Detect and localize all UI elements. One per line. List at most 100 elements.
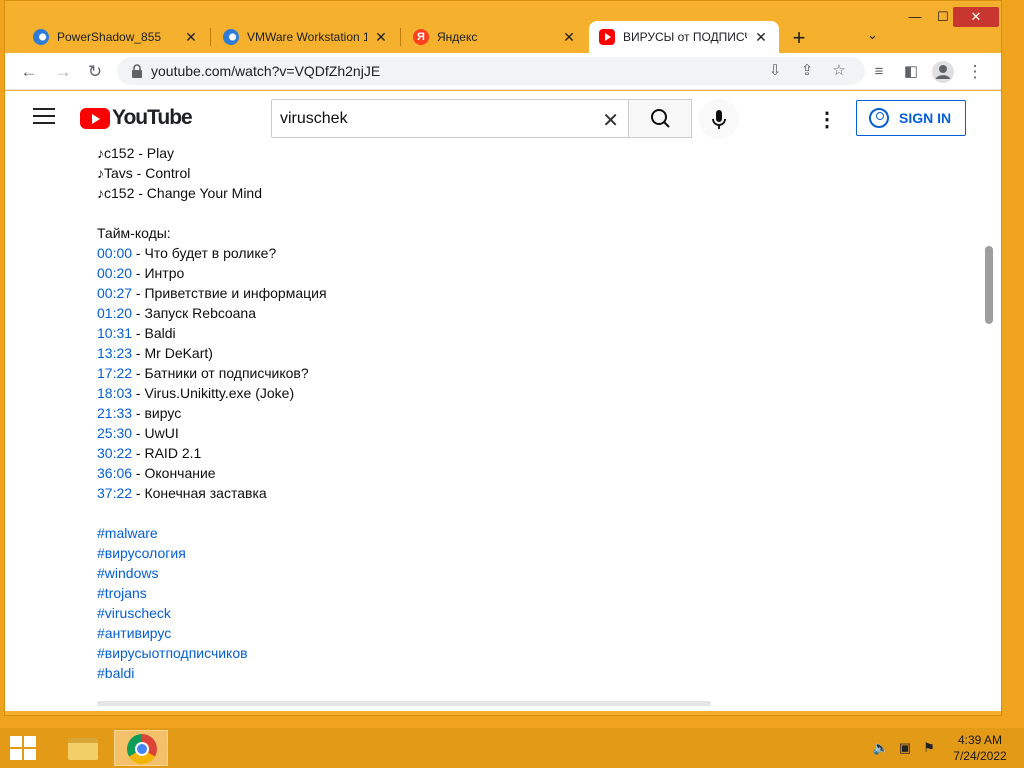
hashtag-link[interactable]: #windows <box>97 563 327 583</box>
timecode-row: 17:22 - Батники от подписчиков? <box>97 363 327 383</box>
tab-title: VMWare Workstation 16 <box>247 30 367 44</box>
lock-icon[interactable] <box>129 63 145 79</box>
youtube-logo-icon <box>80 107 110 129</box>
timecode-link[interactable]: 36:06 <box>97 465 132 481</box>
timecode-label: - Mr DeKart) <box>132 345 213 361</box>
hashtag-link[interactable]: #вирусология <box>97 543 327 563</box>
timecode-row: 00:27 - Приветствие и информация <box>97 283 327 303</box>
close-icon[interactable]: ✕ <box>753 29 769 46</box>
cloud-icon <box>33 29 49 45</box>
timecode-link[interactable]: 10:31 <box>97 325 132 341</box>
url-text[interactable]: youtube.com/watch?v=VQDfZh2njJE <box>151 63 380 79</box>
taskbar: 🔈 ▣ ⚑ 4:39 AM 7/24/2022 <box>0 728 1024 768</box>
share-icon[interactable]: ⇪ <box>797 61 817 81</box>
system-clock[interactable]: 4:39 AM 7/24/2022 <box>950 732 1010 764</box>
minimize-button[interactable]: — <box>903 7 927 27</box>
voice-search-button[interactable] <box>699 99 739 139</box>
tab-search-chevron-icon[interactable]: ⌄ <box>867 27 878 43</box>
file-explorer-taskbar-button[interactable] <box>56 730 110 766</box>
music-line: ♪c152 - Play <box>97 145 175 161</box>
close-icon[interactable]: ✕ <box>561 29 577 46</box>
tab-youtube-active[interactable]: ВИРУСЫ от ПОДПИСЧИКОВ ✕ <box>589 21 779 53</box>
close-icon[interactable]: ✕ <box>373 29 389 46</box>
windows-start-icon[interactable] <box>10 736 38 762</box>
browser-menu-icon[interactable]: ⋮ <box>963 60 987 84</box>
timecode-link[interactable]: 00:27 <box>97 285 132 301</box>
timecode-row: 00:00 - Что будет в ролике? <box>97 243 327 263</box>
timecode-link[interactable]: 13:23 <box>97 345 132 361</box>
timecode-link[interactable]: 25:30 <box>97 425 132 441</box>
timecode-row: 36:06 - Окончание <box>97 463 327 483</box>
action-center-icon[interactable]: ⚑ <box>920 740 938 756</box>
clear-search-icon[interactable]: ✕ <box>602 108 619 133</box>
timecode-label: - Батники от подписчиков? <box>132 365 309 381</box>
browser-toolbar: ← → ↻ youtube.com/watch?v=VQDfZh2njJE ⇩ … <box>5 53 1001 90</box>
timecode-link[interactable]: 21:33 <box>97 405 132 421</box>
youtube-header: YouTube viruschek ✕ ⋮ SIGN IN <box>5 91 1001 147</box>
chrome-taskbar-button[interactable] <box>114 730 168 766</box>
tab-strip: PowerShadow_855 ✕ VMWare Workstation 16 … <box>5 1 1001 53</box>
youtube-icon <box>599 29 615 45</box>
volume-muted-icon[interactable]: 🔈 <box>872 740 890 756</box>
hamburger-menu-icon[interactable] <box>33 108 55 128</box>
timecode-row: 21:33 - вирус <box>97 403 327 423</box>
timecode-label: - Окончание <box>132 465 216 481</box>
back-icon[interactable]: ← <box>17 60 41 84</box>
search-input[interactable]: viruschek ✕ <box>271 99 629 138</box>
sign-in-button[interactable]: SIGN IN <box>856 100 966 136</box>
network-icon[interactable]: ▣ <box>896 740 914 756</box>
forward-icon[interactable]: → <box>51 60 75 84</box>
tab-vmware[interactable]: VMWare Workstation 16 ✕ <box>213 21 399 53</box>
bookmark-star-icon[interactable]: ☆ <box>829 61 849 81</box>
microphone-icon <box>712 110 726 129</box>
tab-powershadow[interactable]: PowerShadow_855 ✕ <box>23 21 209 53</box>
address-bar[interactable]: youtube.com/watch?v=VQDfZh2njJE ⇩ ⇪ ☆ <box>117 57 865 85</box>
folder-icon <box>68 738 98 760</box>
timecode-label: - Интро <box>132 265 185 281</box>
timecodes-header: Тайм-коды: <box>97 225 171 241</box>
youtube-logo[interactable]: YouTube <box>80 106 193 130</box>
clock-time: 4:39 AM <box>957 733 1003 747</box>
chrome-icon <box>127 734 157 764</box>
reading-list-icon[interactable]: ≡ <box>867 60 891 84</box>
timecode-link[interactable]: 37:22 <box>97 485 132 501</box>
timecode-row: 10:31 - Baldi <box>97 323 327 343</box>
timecode-row: 00:20 - Интро <box>97 263 327 283</box>
maximize-button[interactable]: ☐ <box>931 7 955 27</box>
vertical-scrollbar-thumb[interactable] <box>985 246 993 324</box>
timecode-link[interactable]: 01:20 <box>97 305 132 321</box>
horizontal-scrollbar[interactable] <box>97 701 711 706</box>
close-icon[interactable]: ✕ <box>183 29 199 46</box>
timecode-label: - вирус <box>132 405 182 421</box>
window-close-button[interactable]: ✕ <box>953 7 999 27</box>
search-button[interactable] <box>628 99 692 138</box>
clock-date: 7/24/2022 <box>953 749 1007 763</box>
install-icon[interactable]: ⇩ <box>765 61 785 81</box>
timecode-link[interactable]: 30:22 <box>97 445 132 461</box>
search-query[interactable]: viruschek <box>280 110 348 128</box>
timecode-row: 13:23 - Mr DeKart) <box>97 343 327 363</box>
timecode-link[interactable]: 17:22 <box>97 365 132 381</box>
search-icon <box>651 109 670 128</box>
timecode-link[interactable]: 00:00 <box>97 245 132 261</box>
new-tab-button[interactable]: + <box>787 25 811 51</box>
tab-yandex[interactable]: Я Яндекс ✕ <box>403 21 587 53</box>
timecode-label: - Что будет в ролике? <box>132 245 277 261</box>
timecode-row: 37:22 - Конечная заставка <box>97 483 327 503</box>
timecode-link[interactable]: 00:20 <box>97 265 132 281</box>
youtube-logo-text: YouTube <box>112 106 193 129</box>
hashtag-link[interactable]: #viruscheck <box>97 603 327 623</box>
hashtag-link[interactable]: #вирусыотподписчиков <box>97 643 327 663</box>
hashtag-link[interactable]: #malware <box>97 523 327 543</box>
side-panel-icon[interactable]: ◧ <box>899 60 923 84</box>
hashtag-link[interactable]: #baldi <box>97 663 327 683</box>
hashtag-link[interactable]: #антивирус <box>97 623 327 643</box>
tab-title: Яндекс <box>437 30 478 44</box>
hashtag-link[interactable]: #trojans <box>97 583 327 603</box>
timecode-link[interactable]: 18:03 <box>97 385 132 401</box>
timecode-row: 25:30 - UwUI <box>97 423 327 443</box>
profile-icon[interactable] <box>931 60 955 84</box>
reload-icon[interactable]: ↻ <box>83 60 107 84</box>
timecode-row: 30:22 - RAID 2.1 <box>97 443 327 463</box>
settings-menu-icon[interactable]: ⋮ <box>817 107 837 132</box>
